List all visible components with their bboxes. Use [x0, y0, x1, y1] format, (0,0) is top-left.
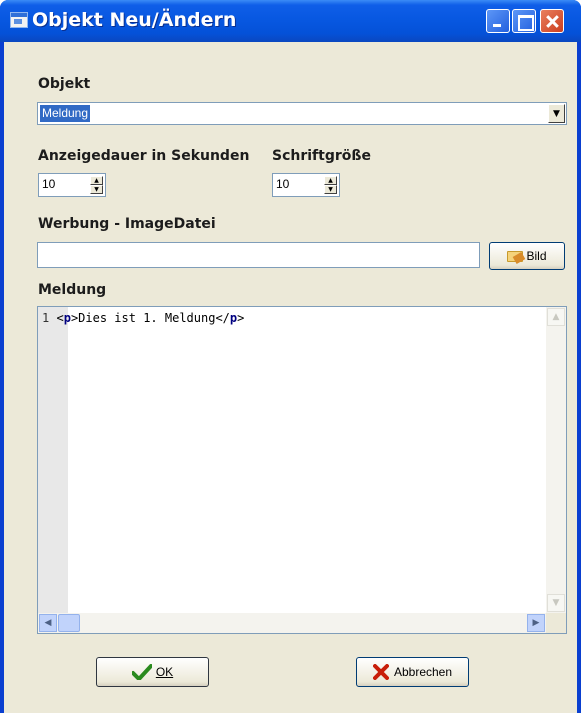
schriftgroesse-label: Schriftgröße: [272, 148, 371, 164]
anzeigedauer-spinner[interactable]: 10 ▲ ▼: [38, 173, 106, 197]
image-file-input[interactable]: [37, 242, 480, 268]
spin-up-icon[interactable]: ▲: [324, 176, 337, 185]
scroll-down-icon[interactable]: ▼: [547, 594, 565, 612]
spin-up-icon[interactable]: ▲: [90, 176, 103, 185]
ok-button[interactable]: OK: [96, 657, 209, 687]
code-line[interactable]: 1 <p>Dies ist 1. Meldung</p>: [42, 311, 244, 325]
horizontal-scroll-thumb[interactable]: [58, 614, 80, 632]
line-number: 1: [42, 311, 50, 325]
folder-icon: [507, 250, 524, 262]
code-punct: </: [215, 311, 230, 325]
schriftgroesse-spin-buttons: ▲ ▼: [324, 176, 337, 194]
bild-button-label: Bild: [526, 249, 547, 263]
schriftgroesse-value[interactable]: 10: [276, 177, 289, 191]
schriftgroesse-spinner[interactable]: 10 ▲ ▼: [272, 173, 340, 197]
chevron-down-icon[interactable]: ▼: [548, 104, 565, 123]
meldung-code-editor[interactable]: 1 <p>Dies ist 1. Meldung</p> ▲ ▼ ◀ ▶: [37, 306, 567, 634]
bild-button[interactable]: Bild: [489, 242, 565, 270]
close-icon: [372, 664, 389, 680]
horizontal-scrollbar[interactable]: ◀ ▶: [38, 613, 566, 633]
objekt-dropdown[interactable]: Meldung ▼: [37, 102, 567, 125]
cancel-button-label: Abbrechen: [393, 665, 453, 679]
objekt-selected-value: Meldung: [40, 105, 91, 122]
ok-button-label: OK: [155, 665, 174, 679]
scroll-up-icon[interactable]: ▲: [547, 308, 565, 326]
anzeigedauer-value[interactable]: 10: [42, 177, 55, 191]
objekt-label: Objekt: [38, 76, 91, 92]
werbung-label: Werbung - ImageDatei: [38, 216, 216, 232]
code-punct: >: [237, 311, 245, 325]
dialog-client-area: Objekt Meldung ▼ Anzeigedauer in Sekunde…: [4, 42, 577, 713]
vertical-scrollbar[interactable]: ▲ ▼: [546, 307, 566, 613]
window-icon: [10, 12, 28, 28]
code-punct: <: [56, 311, 64, 325]
scroll-left-icon[interactable]: ◀: [39, 614, 57, 632]
spin-down-icon[interactable]: ▼: [90, 185, 103, 194]
code-tag: p: [63, 311, 71, 325]
anzeigedauer-spin-buttons: ▲ ▼: [90, 176, 103, 194]
maximize-button[interactable]: [512, 9, 536, 33]
dialog-window: Objekt Neu/Ändern Objekt Meldung ▼ Anzei…: [0, 0, 581, 713]
code-text: Dies ist 1. Meldung: [78, 311, 216, 325]
title-bar[interactable]: Objekt Neu/Ändern: [0, 0, 581, 42]
line-number-gutter: [38, 307, 68, 613]
close-button[interactable]: [540, 9, 564, 33]
anzeigedauer-label: Anzeigedauer in Sekunden: [38, 148, 250, 164]
scroll-right-icon[interactable]: ▶: [527, 614, 545, 632]
checkmark-icon: [131, 664, 152, 680]
cancel-button[interactable]: Abbrechen: [356, 657, 469, 687]
window-title: Objekt Neu/Ändern: [32, 9, 237, 31]
scrollbar-corner: [546, 613, 566, 633]
meldung-label: Meldung: [38, 282, 107, 298]
minimize-button[interactable]: [486, 9, 510, 33]
spin-down-icon[interactable]: ▼: [324, 185, 337, 194]
